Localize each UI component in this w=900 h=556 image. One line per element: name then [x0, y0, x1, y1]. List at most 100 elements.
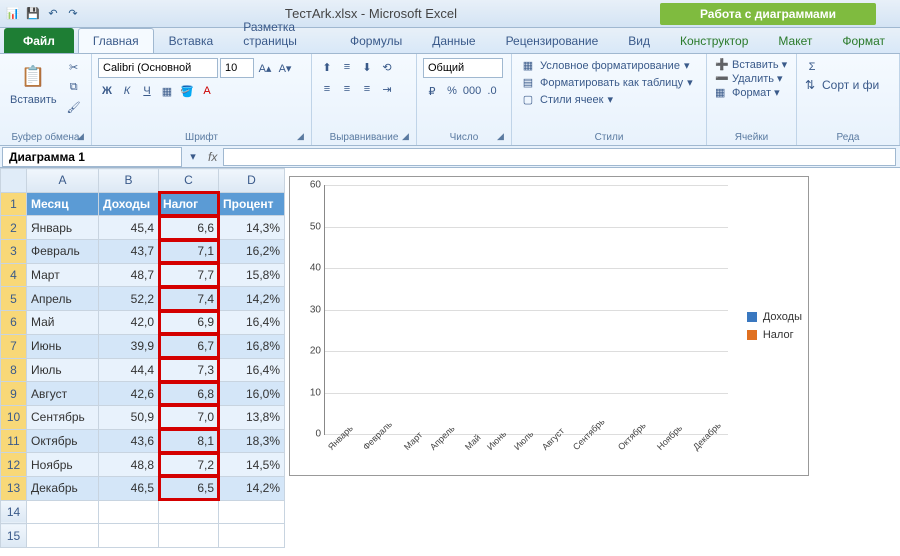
align-middle-icon[interactable]: ≡ — [338, 58, 356, 76]
cell-d12[interactable]: 14,5% — [219, 453, 285, 477]
chart-legend[interactable]: Доходы Налог — [747, 305, 802, 347]
sort-filter-button[interactable]: ⇅Сорт и фи — [803, 78, 881, 92]
cell-d2[interactable]: 14,3% — [219, 216, 285, 240]
tab-review[interactable]: Рецензирование — [491, 28, 614, 53]
cell-b2[interactable]: 45,4 — [99, 216, 159, 240]
cell-styles-button[interactable]: ▢Стили ячеек▾ — [518, 92, 695, 107]
cell-d6[interactable]: 16,4% — [219, 311, 285, 335]
row-header-14[interactable]: 14 — [1, 500, 27, 524]
font-size-select[interactable] — [220, 58, 254, 78]
row-header-7[interactable]: 7 — [1, 334, 27, 358]
tab-insert[interactable]: Вставка — [154, 28, 229, 53]
cell-d4[interactable]: 15,8% — [219, 263, 285, 287]
row-header-11[interactable]: 11 — [1, 429, 27, 453]
select-all-corner[interactable] — [1, 169, 27, 193]
align-left-icon[interactable]: ≡ — [318, 80, 336, 98]
undo-icon[interactable]: ↶ — [44, 5, 62, 23]
row-header-4[interactable]: 4 — [1, 263, 27, 287]
row-header-3[interactable]: 3 — [1, 240, 27, 264]
cell-a1[interactable]: Месяц — [27, 192, 99, 216]
decrease-font-icon[interactable]: A▾ — [276, 59, 294, 77]
cell-a11[interactable]: Октябрь — [27, 429, 99, 453]
cell-c5[interactable]: 7,4 — [159, 287, 219, 311]
save-icon[interactable]: 💾 — [24, 5, 42, 23]
currency-icon[interactable]: ₽ — [423, 82, 441, 100]
fill-color-icon[interactable]: 🪣 — [178, 82, 196, 100]
align-right-icon[interactable]: ≡ — [358, 80, 376, 98]
cell-c1[interactable]: Налог — [159, 192, 219, 216]
font-family-select[interactable] — [98, 58, 218, 78]
cell-c11[interactable]: 8,1 — [159, 429, 219, 453]
cell-c4[interactable]: 7,7 — [159, 263, 219, 287]
cell-c7[interactable]: 6,7 — [159, 334, 219, 358]
cell-b4[interactable]: 48,7 — [99, 263, 159, 287]
cell-c2[interactable]: 6,6 — [159, 216, 219, 240]
cell-d1[interactable]: Процент — [219, 192, 285, 216]
cell-b6[interactable]: 42,0 — [99, 311, 159, 335]
spreadsheet-grid[interactable]: A B C D 1 Месяц Доходы Налог Процент 2 Я… — [0, 168, 285, 548]
cell-d11[interactable]: 18,3% — [219, 429, 285, 453]
row-header-5[interactable]: 5 — [1, 287, 27, 311]
percent-icon[interactable]: % — [443, 82, 461, 100]
autosum-icon[interactable]: Σ — [803, 58, 821, 76]
cell-d9[interactable]: 16,0% — [219, 382, 285, 406]
cell-c9[interactable]: 6,8 — [159, 382, 219, 406]
insert-cells-button[interactable]: ➕Вставить▾ — [713, 58, 789, 71]
cell-a9[interactable]: Август — [27, 382, 99, 406]
cell-c6[interactable]: 6,9 — [159, 311, 219, 335]
cell-c3[interactable]: 7,1 — [159, 240, 219, 264]
cell-d8[interactable]: 16,4% — [219, 358, 285, 382]
conditional-formatting-button[interactable]: ▦Условное форматирование▾ — [518, 58, 695, 73]
tab-file[interactable]: Файл — [4, 28, 74, 53]
row-header-1[interactable]: 1 — [1, 192, 27, 216]
indent-icon[interactable]: ⇥ — [378, 80, 396, 98]
cell-a5[interactable]: Апрель — [27, 287, 99, 311]
cell-b5[interactable]: 52,2 — [99, 287, 159, 311]
row-header-10[interactable]: 10 — [1, 405, 27, 429]
name-box[interactable] — [2, 147, 182, 167]
font-color-icon[interactable]: A — [198, 82, 216, 100]
fx-icon[interactable]: fx — [202, 150, 223, 164]
cell-b9[interactable]: 42,6 — [99, 382, 159, 406]
col-header-c[interactable]: C — [159, 169, 219, 193]
font-launcher-icon[interactable]: ◢ — [297, 131, 309, 143]
copy-icon[interactable]: ⧉ — [65, 78, 83, 96]
tab-data[interactable]: Данные — [417, 28, 490, 53]
cell-a2[interactable]: Январь — [27, 216, 99, 240]
formula-bar[interactable] — [223, 148, 896, 166]
row-header-12[interactable]: 12 — [1, 453, 27, 477]
orientation-icon[interactable]: ⟲ — [378, 58, 396, 76]
align-center-icon[interactable]: ≡ — [338, 80, 356, 98]
paste-button[interactable]: 📋 Вставить — [6, 58, 61, 108]
cell-b10[interactable]: 50,9 — [99, 405, 159, 429]
format-painter-icon[interactable]: 🖌 — [65, 98, 83, 116]
tab-formulas[interactable]: Формулы — [335, 28, 417, 53]
tab-chart-design[interactable]: Конструктор — [665, 28, 763, 53]
number-format-select[interactable] — [423, 58, 503, 78]
col-header-d[interactable]: D — [219, 169, 285, 193]
cell-d3[interactable]: 16,2% — [219, 240, 285, 264]
increase-font-icon[interactable]: A▴ — [256, 59, 274, 77]
col-header-b[interactable]: B — [99, 169, 159, 193]
row-header-9[interactable]: 9 — [1, 382, 27, 406]
tab-chart-format[interactable]: Формат — [827, 28, 900, 53]
row-header-13[interactable]: 13 — [1, 476, 27, 500]
cell-c10[interactable]: 7,0 — [159, 405, 219, 429]
italic-button[interactable]: К — [118, 82, 136, 100]
cell-a13[interactable]: Декабрь — [27, 476, 99, 500]
tab-view[interactable]: Вид — [613, 28, 665, 53]
cell-d7[interactable]: 16,8% — [219, 334, 285, 358]
cell-a4[interactable]: Март — [27, 263, 99, 287]
cell-b13[interactable]: 46,5 — [99, 476, 159, 500]
cell-c12[interactable]: 7,2 — [159, 453, 219, 477]
embedded-chart[interactable]: 0102030405060 ЯнварьФевральМартАпрельМай… — [289, 176, 809, 476]
cell-a8[interactable]: Июль — [27, 358, 99, 382]
cell-b12[interactable]: 48,8 — [99, 453, 159, 477]
col-header-a[interactable]: A — [27, 169, 99, 193]
clipboard-launcher-icon[interactable]: ◢ — [77, 131, 89, 143]
cell-b7[interactable]: 39,9 — [99, 334, 159, 358]
row-header-6[interactable]: 6 — [1, 311, 27, 335]
redo-icon[interactable]: ↷ — [64, 5, 82, 23]
cell-a3[interactable]: Февраль — [27, 240, 99, 264]
tab-chart-layout[interactable]: Макет — [763, 28, 827, 53]
